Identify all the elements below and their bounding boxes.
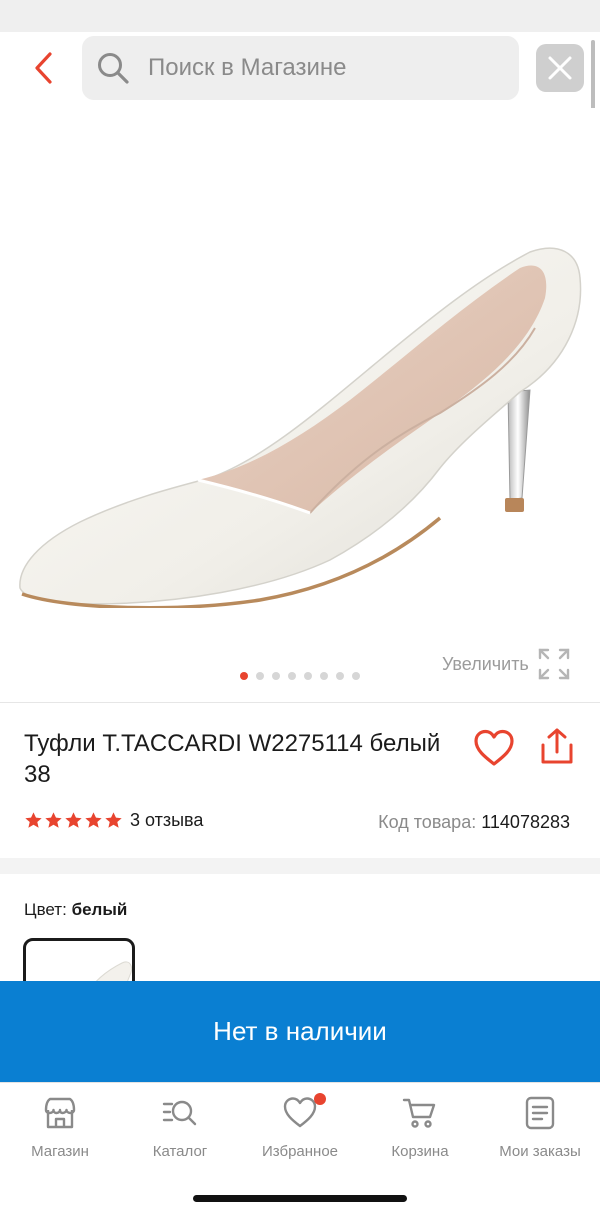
star-icon [105,812,122,828]
sku: Код товара: 114078283 [378,812,570,833]
zoom-button[interactable]: Увеличить [442,646,571,682]
gallery-dot[interactable] [256,672,264,680]
store-icon [44,1097,76,1129]
star-icon [25,812,42,828]
share-icon [541,728,573,764]
catalog-search-icon [162,1100,197,1126]
color-label: Цвет: [24,900,67,919]
favorites-badge [314,1093,326,1105]
nav-item-store[interactable]: Магазин [0,1093,120,1173]
sku-value: 114078283 [481,812,570,832]
zoom-label: Увеличить [442,653,529,674]
divider [0,702,600,703]
gallery-dot[interactable] [352,672,360,680]
star-icon [45,812,62,828]
nav-item-cart[interactable]: Корзина [360,1093,480,1173]
reviews-link[interactable]: 3 отзыва [130,810,203,831]
nav-item-favorites[interactable]: Избранное [240,1093,360,1173]
gallery-dot[interactable] [272,672,280,680]
nav-item-orders[interactable]: Мои заказы [480,1093,600,1173]
nav-label: Каталог [152,1143,208,1160]
product-title: Туфли T.TACCARDI W2275114 белый 38 [24,730,441,788]
search-icon [98,53,129,84]
product-gallery[interactable]: Увеличить [0,108,600,702]
nav-item-catalog[interactable]: Каталог [120,1093,240,1173]
close-icon [548,56,572,80]
color-row: Цвет: белый [24,900,127,920]
expand-icon [538,648,570,680]
gallery-pagination [240,672,360,680]
product-info: Туфли T.TACCARDI W2275114 белый 38 3 отз… [0,704,600,858]
status-strip [0,0,600,32]
heart-icon [283,1097,317,1128]
close-button[interactable] [536,44,584,92]
orders-icon [525,1096,555,1130]
gallery-dot[interactable] [320,672,328,680]
gallery-dot[interactable] [304,672,312,680]
star-icon [65,812,82,828]
star-icon [85,812,102,828]
product-screen: Увеличить Туфли T.TACCARDI W227511 [0,0,600,1215]
share-button[interactable] [534,722,580,772]
search-input[interactable] [146,36,506,100]
nav-label: Мои заказы [499,1143,581,1160]
nav-label: Избранное [261,1143,339,1160]
color-section: Цвет: белый [0,874,600,998]
gallery-dot[interactable] [336,672,344,680]
product-image[interactable] [10,168,590,608]
chevron-left-icon [35,52,52,84]
header [0,32,600,108]
section-separator [0,858,600,874]
nav-label: Корзина [391,1143,449,1160]
search-box[interactable] [82,36,519,100]
rating-row: 3 отзыва [24,810,203,831]
sku-label: Код товара: [378,812,477,832]
home-indicator [193,1195,407,1202]
color-value: белый [71,900,128,919]
bottom-nav: Магазин Каталог Избранное Корзина Мои за… [0,1082,600,1182]
cart-icon [402,1098,436,1128]
heart-icon [474,729,514,766]
gallery-dot[interactable] [288,672,296,680]
back-button[interactable] [22,46,66,90]
gallery-dot-active[interactable] [240,672,248,680]
rating-stars [24,811,123,830]
out-of-stock-button[interactable]: Нет в наличии [0,981,600,1082]
nav-label: Магазин [31,1143,89,1160]
favorite-button[interactable] [470,724,518,772]
